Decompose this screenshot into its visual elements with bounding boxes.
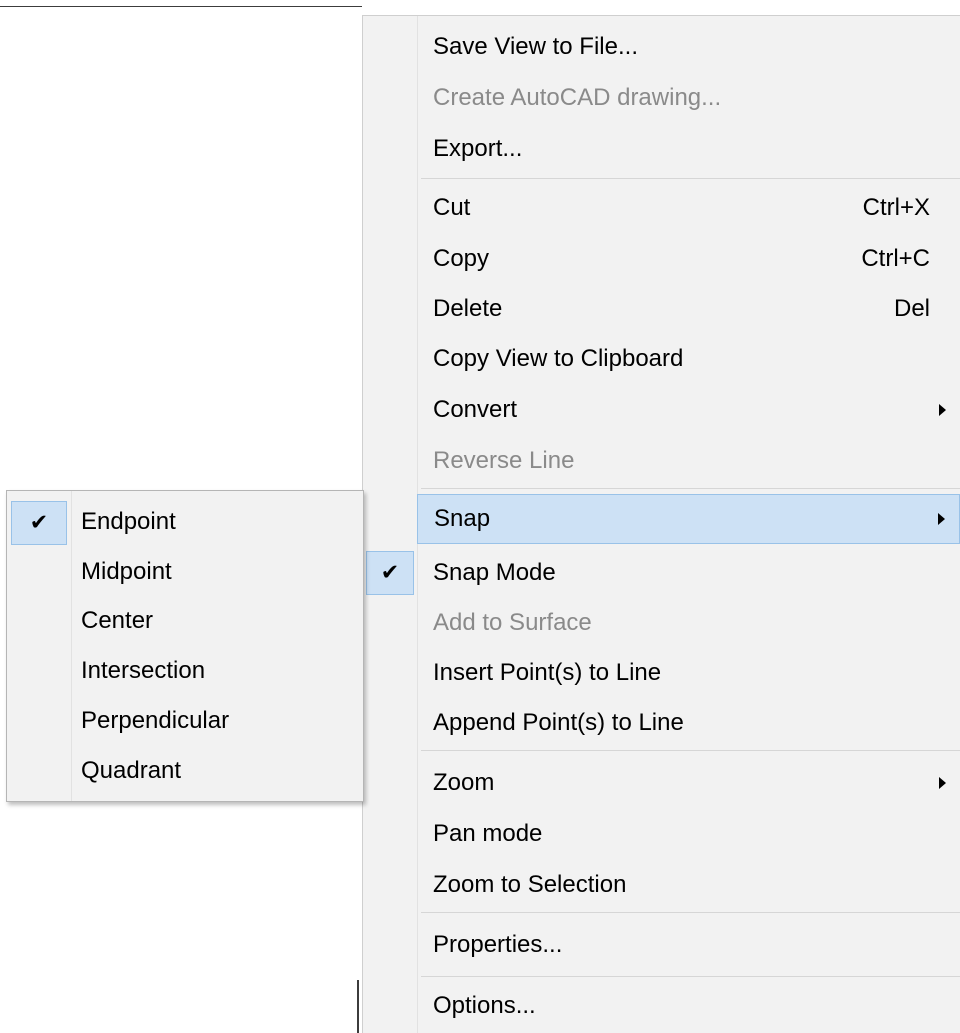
menu-item-save-view-to-file[interactable]: Save View to File... [363, 22, 960, 72]
menu-separator [421, 178, 960, 179]
menu-item-label: Zoom [433, 769, 495, 796]
menu-separator [421, 912, 960, 913]
submenu-arrow-icon [938, 513, 945, 525]
menu-item-export[interactable]: Export... [363, 124, 960, 174]
checkmark-box: ✔ [11, 501, 67, 545]
checkmark-icon: ✔ [29, 510, 49, 536]
menu-item-label: Reverse Line [433, 447, 575, 474]
menu-item-zoom-to-selection[interactable]: Zoom to Selection [363, 860, 960, 910]
menu-item-label: Create AutoCAD drawing... [433, 84, 722, 111]
menu-item-create-autocad-drawing: Create AutoCAD drawing... [363, 73, 960, 123]
snap-item-label: Perpendicular [81, 707, 230, 734]
snap-submenu: ✔ Endpoint Midpoint Center Intersection … [6, 490, 364, 802]
menu-item-label: Delete [433, 295, 503, 322]
submenu-arrow-icon [939, 777, 946, 789]
menu-separator [421, 750, 960, 751]
menu-item-snap-mode[interactable]: ✔ Snap Mode [363, 548, 960, 598]
menu-item-label: Options... [433, 992, 536, 1019]
snap-item-endpoint[interactable]: ✔ Endpoint [7, 497, 363, 547]
menu-item-convert[interactable]: Convert [363, 385, 960, 435]
menu-item-properties[interactable]: Properties... [363, 920, 960, 970]
window-frame-top [0, 6, 362, 7]
menu-item-label: Export... [433, 135, 523, 162]
menu-item-shortcut: Del [893, 295, 930, 322]
menu-item-cut[interactable]: Cut Ctrl+X [363, 183, 960, 233]
menu-item-label: Properties... [433, 931, 563, 958]
menu-item-label: Cut [433, 194, 471, 221]
menu-item-label: Insert Point(s) to Line [433, 659, 662, 686]
snap-item-label: Midpoint [81, 558, 172, 585]
context-menu: Save View to File... Create AutoCAD draw… [362, 15, 960, 1033]
menu-item-append-points-to-line[interactable]: Append Point(s) to Line [363, 698, 960, 748]
checkmark-icon: ✔ [380, 560, 400, 586]
menu-item-shortcut: Ctrl+X [862, 194, 930, 221]
menu-item-label: Copy View to Clipboard [433, 345, 684, 372]
menu-item-snap[interactable]: Snap [417, 494, 960, 544]
menu-item-label: Pan mode [433, 820, 543, 847]
menu-separator [421, 976, 960, 977]
snap-item-center[interactable]: Center [7, 596, 363, 646]
snap-item-label: Center [81, 607, 154, 634]
menu-item-label: Save View to File... [433, 33, 638, 60]
menu-item-options[interactable]: Options... [363, 981, 960, 1031]
snap-item-intersection[interactable]: Intersection [7, 646, 363, 696]
snap-item-midpoint[interactable]: Midpoint [7, 547, 363, 597]
snap-item-quadrant[interactable]: Quadrant [7, 746, 363, 796]
menu-item-copy[interactable]: Copy Ctrl+C [363, 234, 960, 284]
menu-item-copy-view-to-clipboard[interactable]: Copy View to Clipboard [363, 334, 960, 384]
snap-item-label: Intersection [81, 657, 206, 684]
menu-item-label: Copy [433, 245, 490, 272]
window-frame-edge [357, 980, 359, 1033]
snap-item-perpendicular[interactable]: Perpendicular [7, 696, 363, 746]
screen: Save View to File... Create AutoCAD draw… [0, 0, 960, 1033]
menu-item-delete[interactable]: Delete Del [363, 284, 960, 334]
menu-separator [421, 488, 960, 489]
menu-item-label: Snap Mode [433, 559, 556, 586]
checkmark-box: ✔ [366, 551, 414, 595]
menu-item-reverse-line: Reverse Line [363, 436, 960, 486]
menu-item-label: Convert [433, 396, 518, 423]
menu-item-insert-points-to-line[interactable]: Insert Point(s) to Line [363, 648, 960, 698]
menu-item-label: Zoom to Selection [433, 871, 627, 898]
menu-item-add-to-surface: Add to Surface [363, 598, 960, 648]
snap-item-label: Endpoint [81, 508, 176, 535]
menu-item-pan-mode[interactable]: Pan mode [363, 809, 960, 859]
menu-item-label: Append Point(s) to Line [433, 709, 684, 736]
menu-item-label: Snap [434, 505, 491, 532]
snap-item-label: Quadrant [81, 757, 182, 784]
menu-item-zoom[interactable]: Zoom [363, 758, 960, 808]
submenu-arrow-icon [939, 404, 946, 416]
menu-item-label: Add to Surface [433, 609, 592, 636]
menu-item-shortcut: Ctrl+C [861, 245, 930, 272]
